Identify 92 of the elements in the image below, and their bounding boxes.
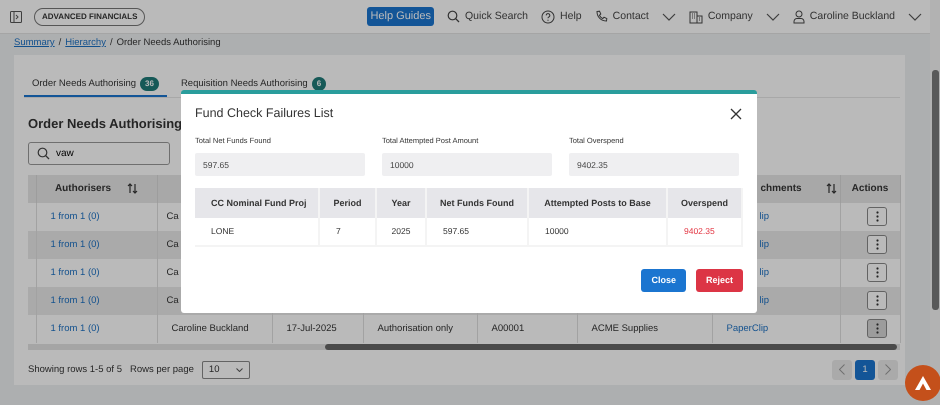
table-cell: Authorisation only [378, 322, 454, 334]
breadcrumb-separator: / [58, 36, 62, 50]
scroll-to-top-button[interactable] [905, 365, 940, 401]
rows-summary: Showing rows 1-5 of 5 [28, 362, 122, 377]
column-header: Actions [852, 182, 888, 196]
kebab-icon [876, 267, 878, 278]
nav-link[interactable]: Help [541, 8, 582, 24]
chevron-right-icon [885, 364, 891, 376]
search-icon [37, 146, 50, 160]
actions-menu-button[interactable] [867, 207, 887, 226]
table-link[interactable]: lip [760, 266, 770, 278]
table-cell: Ca [166, 210, 179, 222]
dialog-title: Fund Check Failures List [195, 106, 334, 121]
breadcrumb-link[interactable]: Hierarchy [65, 36, 106, 50]
user-icon [792, 10, 805, 24]
actions-menu-button[interactable] [867, 263, 887, 282]
table-cell: A00001 [492, 322, 524, 334]
table-cell: 2025 [392, 226, 410, 236]
chevron-left-icon [839, 364, 845, 376]
table-link[interactable]: 1 from 1 (0) [50, 210, 100, 222]
nav-link[interactable]: Company [688, 8, 753, 24]
column-header: Overspend [680, 198, 728, 208]
help-guides-button[interactable]: Help Guides [367, 7, 434, 26]
table-cell: 9402.35 [684, 226, 715, 236]
reject-button[interactable]: Reject [696, 269, 743, 292]
kebab-icon [876, 323, 878, 334]
table-link[interactable]: lip [760, 238, 770, 250]
sort-icon[interactable] [826, 183, 837, 194]
tab[interactable]: Order Needs Authorising 36 [24, 75, 167, 98]
building-icon [688, 10, 703, 24]
chevron-down-icon[interactable] [766, 12, 780, 20]
count-badge: 6 [312, 77, 326, 92]
table-cell: 7 [336, 226, 341, 236]
table-link[interactable]: 1 from 1 (0) [50, 322, 100, 334]
breadcrumb-current: Order Needs Authorising [116, 36, 221, 50]
actions-menu-button[interactable] [867, 235, 887, 254]
help-icon [541, 10, 556, 24]
table-link[interactable]: 1 from 1 (0) [50, 266, 100, 278]
kebab-icon [876, 211, 878, 222]
sidebar-toggle-icon[interactable] [10, 10, 22, 22]
nav-link[interactable]: Contact [594, 8, 649, 24]
table-cell: Ca [166, 238, 179, 250]
rows-per-page-label: Rows per page [130, 362, 194, 377]
table-link[interactable]: 1 from 1 (0) [50, 294, 100, 306]
search-input[interactable]: vaw [56, 146, 156, 161]
sort-icon[interactable] [127, 183, 138, 194]
column-header: Period [333, 198, 362, 208]
table-cell: 10000 [545, 226, 569, 236]
table-link[interactable]: PaperClip [726, 322, 768, 334]
column-header: Net Funds Found [440, 198, 514, 208]
table-cell: 17-Jul-2025 [286, 322, 337, 334]
count-badge: 36 [140, 77, 159, 92]
search-icon [447, 10, 460, 23]
rows-per-page-select[interactable]: 10 [202, 360, 250, 379]
kebab-icon [876, 239, 878, 250]
column-header: Authorisers [54, 182, 112, 196]
table-cell: Caroline Buckland [172, 322, 249, 334]
table-cell: LONE [211, 226, 234, 236]
page-button[interactable]: 1 [855, 360, 875, 380]
readonly-field[interactable]: 9402.35 [569, 153, 739, 176]
actions-menu-button[interactable] [867, 291, 887, 310]
chevron-down-icon[interactable] [662, 12, 676, 20]
nav-link[interactable]: Caroline Buckland [792, 8, 895, 24]
column-header: Year [391, 198, 411, 208]
close-icon[interactable] [729, 106, 743, 120]
table-link[interactable]: lip [760, 210, 770, 222]
kebab-icon [876, 295, 878, 306]
phone-icon [594, 10, 608, 23]
column-header: chments [760, 182, 802, 196]
readonly-field[interactable]: 10000 [382, 153, 552, 176]
vertical-scrollbar[interactable] [930, 0, 940, 405]
column-header: CC Nominal Fund Proj [211, 198, 306, 208]
table-link[interactable]: lip [760, 294, 770, 306]
table-link[interactable]: 1 from 1 (0) [50, 238, 100, 250]
panel-title: Order Needs Authorising [28, 115, 184, 134]
actions-menu-button[interactable] [867, 319, 887, 338]
table-cell: Ca [166, 266, 179, 278]
table-cell: ACME Supplies [592, 322, 658, 334]
breadcrumb-link[interactable]: Summary [14, 36, 55, 50]
horizontal-scrollbar-thumb[interactable] [325, 344, 897, 350]
column-header: Attempted Posts to Base [544, 198, 651, 208]
logo-icon [914, 375, 932, 391]
table-cell: 597.65 [443, 226, 469, 236]
search-field[interactable]: vaw [28, 142, 170, 165]
readonly-field[interactable]: 597.65 [195, 153, 365, 176]
brand-logo: ADVANCED FINANCIALS [34, 8, 146, 26]
close-button[interactable]: Close [641, 269, 686, 292]
chevron-down-icon [236, 368, 243, 372]
table-cell: Ca [166, 294, 179, 306]
breadcrumb-separator: / [110, 36, 113, 50]
nav-link[interactable]: Quick Search [447, 8, 528, 24]
chevron-down-icon[interactable] [908, 12, 922, 20]
